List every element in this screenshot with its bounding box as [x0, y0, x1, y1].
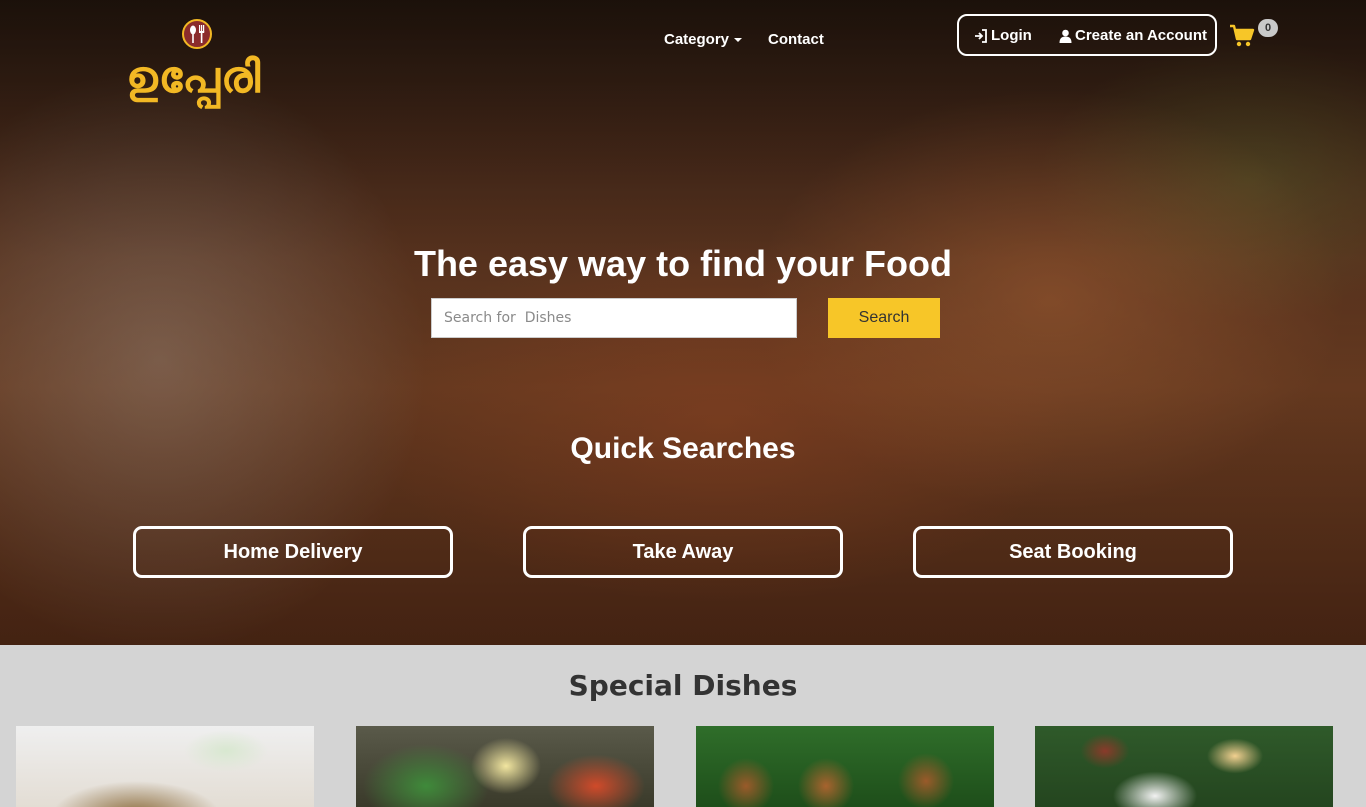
dish-card-image[interactable] [16, 726, 314, 807]
create-account-link[interactable]: Create an Account [1059, 27, 1207, 44]
dish-card-image[interactable] [696, 726, 994, 807]
special-dishes-title: Special Dishes [568, 669, 798, 702]
search-button[interactable]: Search [828, 298, 940, 338]
site-logo[interactable]: ഉപ്പേരി [126, 18, 276, 108]
shopping-cart-icon[interactable] [1229, 24, 1255, 48]
login-link[interactable]: Login [974, 27, 1032, 44]
nav-category-dropdown[interactable]: Category [664, 31, 743, 48]
log-in-icon [975, 28, 987, 43]
user-icon [1059, 29, 1072, 43]
quick-searches-title: Quick Searches [570, 432, 796, 465]
home-delivery-button[interactable]: Home Delivery [133, 526, 453, 578]
logo-text: ഉപ്പേരി [126, 52, 262, 103]
caret-down-icon [734, 38, 743, 43]
seat-booking-button[interactable]: Seat Booking [913, 526, 1233, 578]
dish-search-input[interactable] [431, 298, 797, 338]
dish-card-image[interactable] [356, 726, 654, 807]
create-account-label: Create an Account [1075, 27, 1207, 44]
dish-card-image[interactable] [1035, 726, 1333, 807]
fork-spoon-icon [182, 19, 212, 49]
nav-contact-link[interactable]: Contact [768, 31, 824, 48]
cart-count-badge: 0 [1258, 19, 1278, 37]
take-away-button[interactable]: Take Away [523, 526, 843, 578]
login-label: Login [991, 27, 1032, 44]
hero-headline: The easy way to find your Food [413, 243, 953, 284]
auth-links: Login Create an Account [957, 14, 1217, 56]
hero-banner: ഉപ്പേരി Category Contact Login Create an… [0, 0, 1366, 645]
nav-category-label: Category [664, 31, 730, 48]
